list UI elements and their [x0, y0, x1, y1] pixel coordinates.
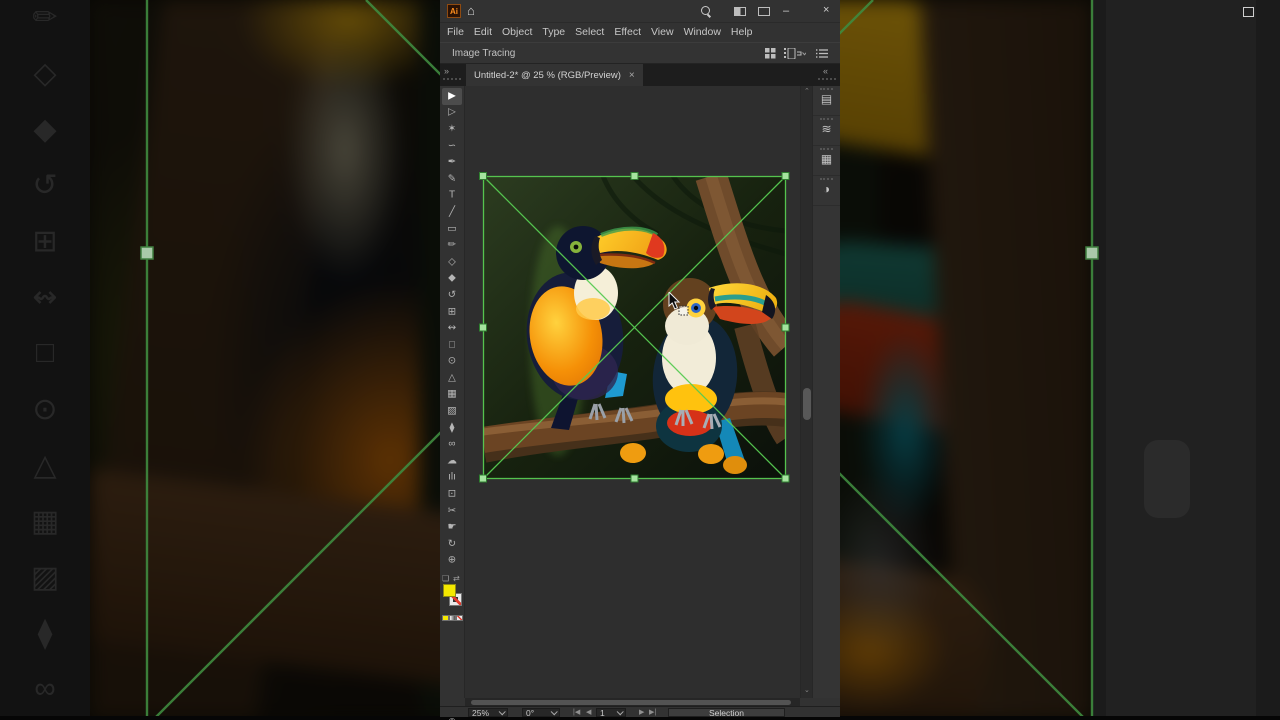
arrange-documents-icon[interactable] — [758, 7, 770, 16]
fill-color-swatch[interactable] — [443, 584, 456, 597]
eraser-tool[interactable]: ◆ — [440, 271, 464, 288]
menu-item-edit[interactable]: Edit — [469, 26, 497, 38]
control-bar: Image Tracing — [440, 42, 840, 64]
next-artboard-button[interactable]: ▶ — [639, 708, 644, 717]
align-panel-icon[interactable]: ▤ — [813, 92, 840, 106]
rotate-view-tool[interactable]: ↻ — [440, 536, 464, 553]
type-tool[interactable]: T — [440, 188, 464, 205]
perspective-grid-tool[interactable]: △ — [440, 370, 464, 387]
menu-item-file[interactable]: File — [442, 26, 469, 38]
zoom-level-value: 25% — [472, 707, 490, 718]
close-button[interactable]: × — [823, 2, 829, 18]
none-button[interactable] — [456, 615, 463, 621]
document-tab[interactable]: Untitled-2* @ 25 % (RGB/Preview) × — [466, 64, 643, 86]
swatches-panel-icon[interactable]: ▦ — [813, 152, 840, 166]
direct-selection-tool[interactable]: ▷ — [440, 105, 464, 122]
zoom-level-select[interactable]: 25% — [468, 707, 508, 718]
line-segment-tool[interactable]: ╱ — [440, 204, 464, 221]
menu-bar: File Edit Object Type Select Effect View Window… — [442, 22, 838, 42]
artboard-number-value: 1 — [600, 707, 605, 718]
paintbrush-tool[interactable]: ✏ — [440, 237, 464, 254]
mouse-cursor — [668, 292, 689, 316]
mesh-tool[interactable]: ▦ — [440, 387, 464, 404]
workspace-grid-icon[interactable] — [765, 48, 776, 59]
rotation-value: 0° — [526, 707, 535, 718]
workspace-switcher-icon[interactable] — [734, 7, 746, 16]
app-logo-icon: Ai — [447, 4, 461, 18]
panel-dock: ▤ ≋ ▦ ◑ — [812, 86, 840, 698]
status-bar: 25% 0° |◀ ◀ 1 ▶ ▶| Selection — [440, 706, 840, 718]
blend-tool[interactable]: ∞ — [440, 436, 464, 453]
status-mode-field: Selection — [668, 707, 785, 718]
menu-item-object[interactable]: Object — [497, 26, 537, 38]
hand-tool[interactable]: ☛ — [440, 519, 464, 536]
curvature-tool[interactable]: ✎ — [440, 171, 464, 188]
chevron-down-icon — [616, 708, 624, 716]
lasso-tool[interactable]: ∽ — [440, 138, 464, 155]
scroll-up-icon[interactable]: ⌃ — [804, 87, 810, 95]
status-mode-label: Selection — [709, 707, 744, 718]
shape-builder-tool[interactable]: ⊙ — [440, 354, 464, 371]
maximize-button[interactable] — [1243, 7, 1254, 17]
background-panel-blur — [1092, 0, 1280, 720]
slice-tool[interactable]: ✂ — [440, 503, 464, 520]
swap-fill-stroke-icon[interactable]: ⇄ — [453, 574, 460, 583]
eyedropper-tool[interactable]: ⧫ — [440, 420, 464, 437]
minimize-button[interactable]: – — [783, 3, 789, 19]
screenshot-stage: ▶▷✶∽✒✎T╱▭✏◇◆↺⊞↭□⊙△▦▨⧫∞☁ılı⊡✂☛↻⊕ Ai ⌂ — [0, 0, 1280, 720]
image-trace-preset-icon[interactable] — [784, 48, 806, 59]
column-graph-tool[interactable]: ılı — [440, 470, 464, 487]
zoom-tool[interactable]: ⊕ — [440, 553, 464, 570]
title-bar: Ai ⌂ – × — [440, 0, 1254, 23]
adjustments-panel-icon[interactable]: ≋ — [813, 122, 840, 136]
pen-tool[interactable]: ✒ — [440, 154, 464, 171]
free-transform-tool[interactable]: □ — [440, 337, 464, 354]
canvas-pasteboard[interactable] — [465, 86, 800, 698]
home-icon[interactable]: ⌂ — [467, 3, 475, 18]
document-tab-title: Untitled-2* @ 25 % (RGB/Preview) — [474, 69, 621, 81]
artboard-tool[interactable]: ⊡ — [440, 486, 464, 503]
rectangle-tool[interactable]: ▭ — [440, 221, 464, 238]
previous-artboard-button[interactable]: ◀ — [586, 708, 591, 717]
gradient-button[interactable] — [449, 615, 456, 621]
tools-panel: ▶▷✶∽✒✎T╱▭✏◇◆↺⊞↭□⊙△▦▨⧫∞☁ılı⊡✂☛↻⊕ ❏ ⇄ ◉ ❏ … — [440, 86, 465, 720]
selection-tool[interactable]: ▶ — [442, 88, 462, 105]
color-button[interactable] — [442, 615, 449, 621]
color-panel-icon[interactable]: ◑ — [813, 182, 840, 196]
first-artboard-button[interactable]: |◀ — [573, 708, 580, 717]
last-artboard-button[interactable]: ▶| — [649, 708, 656, 717]
vertical-scroll-thumb[interactable] — [803, 388, 811, 420]
toolbar-expand-icon[interactable]: » — [444, 66, 449, 76]
rotation-select[interactable]: 0° — [522, 707, 560, 718]
vertical-scrollbar[interactable]: ⌃ ⌄ — [800, 86, 812, 698]
menu-item-effect[interactable]: Effect — [609, 26, 646, 38]
panel-menu-icon[interactable] — [816, 48, 828, 59]
menu-item-help[interactable]: Help — [726, 26, 758, 38]
document-tab-bar: » Untitled-2* @ 25 % (RGB/Preview) × « — [440, 64, 840, 86]
artboard-number-select[interactable]: 1 — [596, 707, 626, 718]
symbol-sprayer-tool[interactable]: ☁ — [440, 453, 464, 470]
chevron-down-icon — [498, 708, 506, 716]
illustrator-window: Ai ⌂ – × File Edit Object Type Select Effect V… — [440, 0, 1254, 720]
gradient-tool[interactable]: ▨ — [440, 403, 464, 420]
default-fill-stroke-icon[interactable]: ❏ — [442, 574, 449, 583]
menu-item-window[interactable]: Window — [679, 26, 726, 38]
scale-tool[interactable]: ⊞ — [440, 304, 464, 321]
width-tool[interactable]: ↭ — [440, 320, 464, 337]
search-icon[interactable] — [701, 6, 710, 15]
panel-collapse-icon[interactable]: « — [823, 66, 828, 76]
shaper-tool[interactable]: ◇ — [440, 254, 464, 271]
horizontal-scrollbar[interactable] — [465, 698, 800, 706]
menu-item-select[interactable]: Select — [570, 26, 609, 38]
rotate-tool[interactable]: ↺ — [440, 287, 464, 304]
chevron-down-icon — [550, 708, 558, 716]
tab-close-icon[interactable]: × — [629, 70, 635, 81]
menu-item-type[interactable]: Type — [537, 26, 570, 38]
scroll-down-icon[interactable]: ⌄ — [804, 686, 810, 694]
control-bar-title: Image Tracing — [452, 48, 516, 59]
magic-wand-tool[interactable]: ✶ — [440, 121, 464, 138]
horizontal-scroll-thumb[interactable] — [471, 699, 791, 705]
selection-bounding-box[interactable] — [478, 171, 791, 484]
menu-item-view[interactable]: View — [646, 26, 679, 38]
